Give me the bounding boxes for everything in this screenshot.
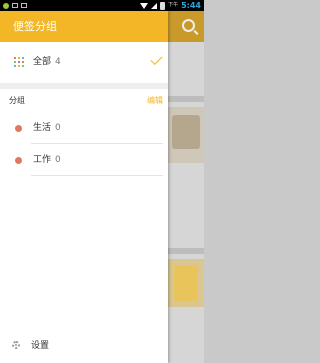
group-item-work[interactable]: 工作 0 <box>0 145 168 175</box>
grid-dot <box>18 65 20 67</box>
grid-dot <box>22 65 24 67</box>
edit-groups-button[interactable]: 编辑 <box>147 89 163 113</box>
groups-header: 分组 编辑 <box>0 89 168 113</box>
all-notes-item[interactable]: 全部 4 <box>0 42 168 83</box>
status-ampm: 下午 <box>168 2 179 8</box>
group-label: 生活 <box>33 123 52 133</box>
background-note-card[interactable] <box>168 107 204 163</box>
group-label: 工作 <box>33 155 52 165</box>
grid-dot <box>22 57 24 59</box>
settings-label: 设置 <box>31 341 50 351</box>
group-color-dot-icon <box>15 157 22 164</box>
status-bar: 下午 5:44 <box>0 0 204 11</box>
grid-dot <box>18 57 20 59</box>
row-divider <box>31 143 163 144</box>
wifi-icon <box>140 2 149 9</box>
drawer-title: 便签分组 <box>13 20 57 33</box>
drawer-header: 便签分组 <box>0 11 168 42</box>
background-divider <box>168 96 204 102</box>
group-count: 0 <box>55 123 61 133</box>
background-note-card[interactable] <box>168 259 204 307</box>
note-thumbnail <box>172 115 200 149</box>
background-divider <box>168 248 204 254</box>
search-icon[interactable] <box>182 19 195 32</box>
signal-icon <box>151 2 158 9</box>
grid-dot <box>22 61 24 63</box>
status-time: 5:44 <box>181 1 201 10</box>
note-thumbnail <box>174 265 198 301</box>
grid-dot <box>18 61 20 63</box>
checkmark-icon <box>150 52 163 66</box>
group-item-life[interactable]: 生活 0 <box>0 113 168 143</box>
settings-item[interactable]: 设置 <box>0 333 168 359</box>
grid-dot <box>14 61 16 63</box>
grid-dot <box>14 57 16 59</box>
all-notes-grid-icon <box>14 57 24 67</box>
gear-icon <box>12 341 20 349</box>
group-color-dot-icon <box>15 125 22 132</box>
notification-icon <box>3 2 9 9</box>
navigation-drawer: 便签分组 全部 4 分组 编辑 生活 0 工作 0 设置 <box>0 11 168 363</box>
grid-dot <box>14 65 16 67</box>
row-divider <box>31 175 163 176</box>
all-notes-label: 全部 <box>33 57 52 67</box>
group-count: 0 <box>55 155 61 165</box>
all-notes-count: 4 <box>55 57 61 67</box>
image-notification-icon-2 <box>21 3 27 8</box>
battery-icon <box>160 1 166 10</box>
image-notification-icon <box>12 3 18 8</box>
groups-title: 分组 <box>9 96 25 105</box>
